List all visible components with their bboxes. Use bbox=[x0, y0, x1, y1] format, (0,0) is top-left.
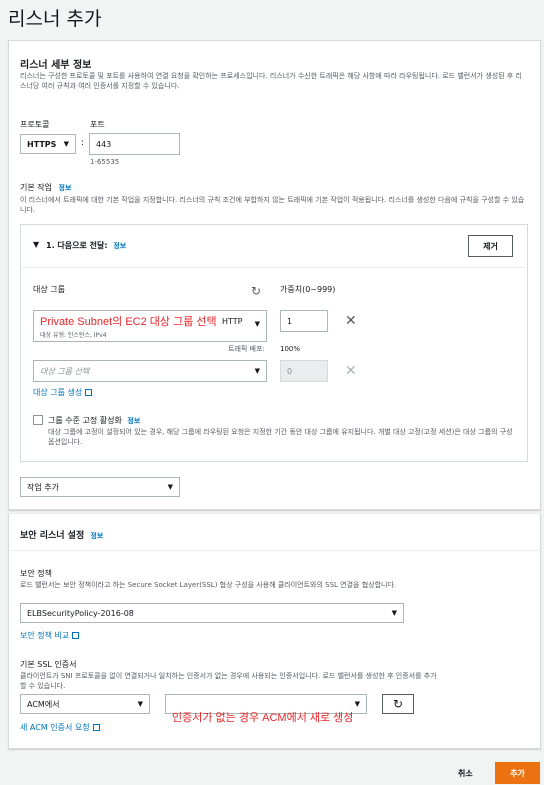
protocol-value: HTTPS bbox=[27, 139, 57, 149]
forward-header-label: 1. 다음으로 전달: 정보 bbox=[46, 240, 126, 251]
protocol-select[interactable]: HTTPS ▼ bbox=[20, 134, 76, 154]
compare-policies-text: 보안 정책 비교 bbox=[20, 631, 70, 640]
certificate-annotation: 인증서가 없는 경우 ACM에서 새로 생성 bbox=[172, 712, 354, 724]
default-action-label-text: 기본 작업 bbox=[20, 183, 52, 192]
caret-down-icon: ▼ bbox=[63, 140, 69, 148]
stickiness-description: 대상 그룹에 고정이 설정되어 있는 경우, 해당 그룹에 라우팅된 요청은 지… bbox=[48, 428, 513, 446]
protocol-label: 프로토콜 bbox=[20, 120, 50, 129]
port-hint: 1-65535 bbox=[90, 158, 120, 166]
default-action-label: 기본 작업 정보 bbox=[20, 182, 71, 193]
caret-down-icon: ▼ bbox=[254, 367, 260, 375]
weight-label: 가중치(0~999) bbox=[280, 285, 336, 294]
port-input[interactable]: 443 bbox=[89, 133, 180, 155]
security-policy-select[interactable]: ELBSecurityPolicy-2016-08 ▼ bbox=[20, 603, 404, 623]
caret-down-icon: ▼ bbox=[354, 700, 360, 708]
stickiness-label: 그룹 수준 고정 활성화 정보 bbox=[48, 415, 140, 426]
stickiness-checkbox[interactable] bbox=[33, 415, 43, 425]
stickiness-label-text: 그룹 수준 고정 활성화 bbox=[48, 416, 122, 425]
caret-down-icon: ▼ bbox=[254, 320, 260, 328]
colon-separator: : bbox=[81, 138, 85, 148]
traffic-distribution-value: 100% bbox=[280, 345, 301, 353]
forward-info-link[interactable]: 정보 bbox=[113, 242, 126, 250]
secure-listener-heading: 보안 리스너 설정 bbox=[20, 531, 85, 541]
secure-listener-info-link[interactable]: 정보 bbox=[90, 532, 103, 540]
collapse-caret-icon[interactable]: ▼ bbox=[33, 240, 39, 249]
cert-source-value: ACM에서 bbox=[27, 699, 60, 709]
cert-source-select[interactable]: ACM에서 ▼ bbox=[20, 694, 150, 714]
caret-down-icon: ▼ bbox=[167, 483, 173, 491]
caret-down-icon: ▼ bbox=[137, 700, 143, 708]
external-link-icon bbox=[85, 389, 93, 396]
secure-listener-heading-wrap: 보안 리스너 설정 정보 bbox=[20, 528, 103, 541]
stickiness-info-link[interactable]: 정보 bbox=[127, 417, 140, 425]
refresh-icon[interactable]: ↻ bbox=[251, 284, 261, 298]
request-acm-cert-text: 새 ACM 인증서 요청 bbox=[20, 723, 90, 732]
target-group-annotation: Private Subnet의 EC2 대상 그룹 선택 bbox=[40, 316, 217, 328]
default-action-description: 이 리스너에서 트래픽에 대한 기본 작업을 지정합니다. 리스너의 규칙 조건… bbox=[20, 196, 525, 214]
external-link-icon bbox=[72, 632, 80, 639]
weight-input-2: 0 bbox=[280, 360, 328, 382]
security-policy-description: 로드 밸런서는 보안 정책이라고 하는 Secure Socket Layer(… bbox=[20, 581, 397, 589]
target-type-subtext: 대상 유형: 인스턴스, IPv4 bbox=[40, 332, 107, 339]
close-icon[interactable]: ✕ bbox=[345, 313, 357, 329]
caret-down-icon: ▼ bbox=[391, 609, 397, 617]
cancel-button[interactable]: 취소 bbox=[458, 768, 473, 779]
add-action-label: 작업 추가 bbox=[27, 482, 59, 492]
create-target-group-text: 대상 그룹 생성 bbox=[33, 388, 83, 397]
ssl-cert-label: 기본 SSL 인증서 bbox=[20, 660, 77, 669]
refresh-icon: ↻ bbox=[392, 697, 404, 711]
add-action-select[interactable]: 작업 추가 ▼ bbox=[20, 477, 180, 497]
compare-policies-link[interactable]: 보안 정책 비교 bbox=[20, 630, 80, 641]
add-button[interactable]: 추가 bbox=[495, 762, 540, 784]
target-group-placeholder: 대상 그룹 선택 bbox=[40, 366, 90, 376]
refresh-certificates-button[interactable]: ↻ bbox=[382, 694, 414, 714]
target-group-label: 대상 그룹 bbox=[33, 285, 65, 294]
close-icon: ✕ bbox=[345, 363, 357, 379]
remove-button[interactable]: 제거 bbox=[468, 235, 513, 257]
external-link-icon bbox=[92, 724, 100, 731]
target-group-protocol: HTTP bbox=[222, 317, 243, 326]
listener-details-heading: 리스너 세부 정보 bbox=[20, 60, 92, 71]
port-label: 포트 bbox=[90, 120, 105, 129]
listener-details-description: 리스너는 구성한 프로토콜 및 포트를 사용하여 연결 요청을 확인하는 프로세… bbox=[20, 72, 522, 90]
traffic-distribution-label: 트래픽 배포: bbox=[228, 345, 265, 353]
default-action-info-link[interactable]: 정보 bbox=[59, 184, 72, 192]
ssl-cert-description: 클라이언트가 SNI 프로토콜을 없이 연결되거나 일치하는 인증서가 없는 경… bbox=[20, 672, 437, 690]
security-policy-label: 보안 정책 bbox=[20, 569, 52, 578]
security-policy-value: ELBSecurityPolicy-2016-08 bbox=[27, 608, 134, 618]
page-title: 리스너 추가 bbox=[8, 8, 102, 30]
weight-input-1[interactable]: 1 bbox=[280, 310, 328, 332]
target-group-select-1[interactable]: Private Subnet의 EC2 대상 그룹 선택 대상 유형: 인스턴스… bbox=[33, 310, 267, 342]
target-group-select-2[interactable]: 대상 그룹 선택 ▼ bbox=[33, 360, 267, 382]
create-target-group-link[interactable]: 대상 그룹 생성 bbox=[33, 387, 93, 398]
request-acm-cert-link[interactable]: 새 ACM 인증서 요청 bbox=[20, 722, 100, 733]
forward-header-text: 1. 다음으로 전달: bbox=[46, 241, 108, 250]
